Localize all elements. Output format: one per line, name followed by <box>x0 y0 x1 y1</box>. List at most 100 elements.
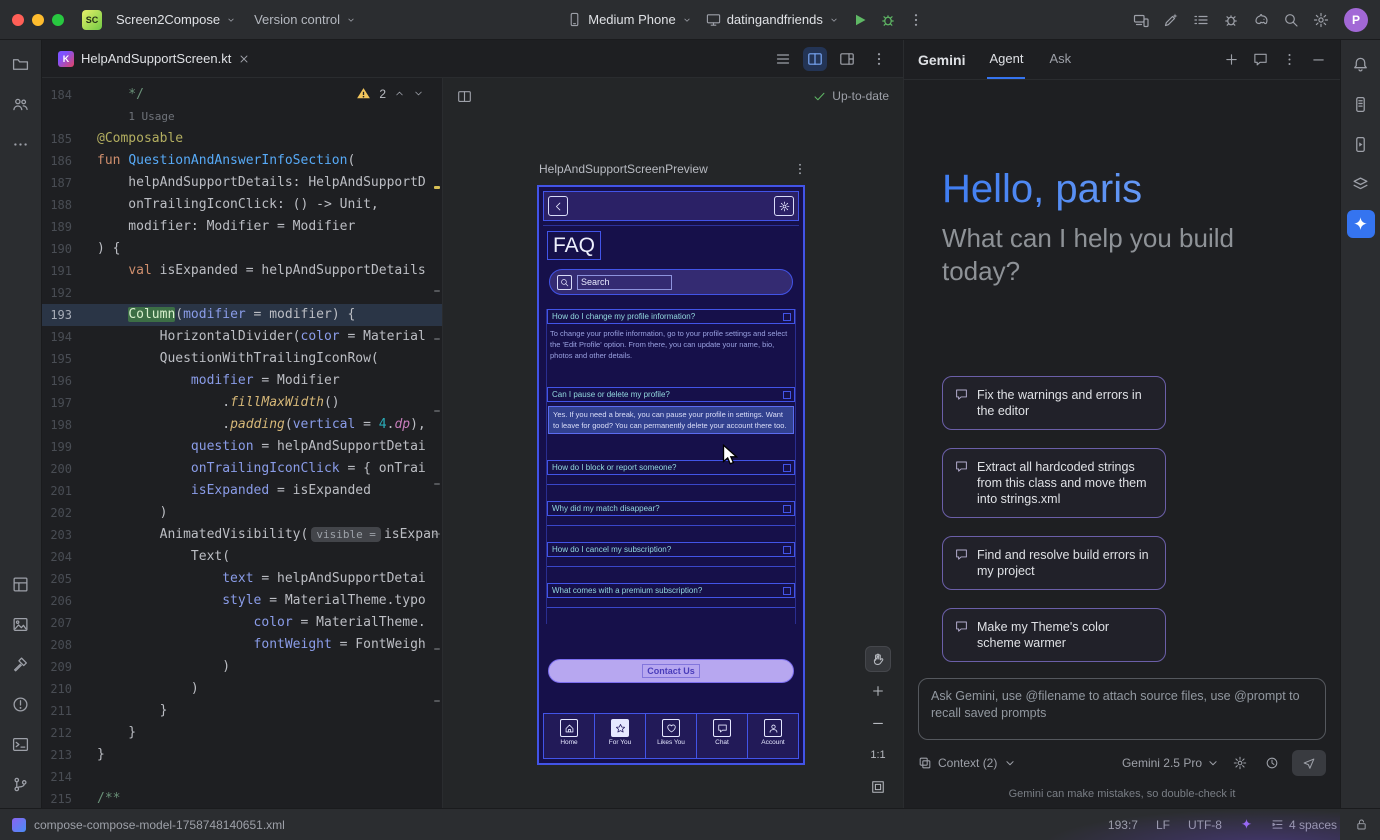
inspection-widget[interactable]: 2 <box>356 86 424 101</box>
zoom-out-icon[interactable] <box>865 710 891 736</box>
code-text[interactable]: ) <box>72 656 230 678</box>
code-text[interactable]: helpAndSupportDetails: HelpAndSupportD <box>72 172 426 194</box>
minimize-window-icon[interactable] <box>32 14 44 26</box>
code-line[interactable]: 202 ) <box>42 502 442 524</box>
code-line[interactable]: 207 color = MaterialTheme. <box>42 612 442 634</box>
stripe-mark[interactable] <box>434 700 440 702</box>
line-number[interactable]: 188 <box>42 194 72 216</box>
version-control-icon[interactable] <box>7 770 35 798</box>
resource-manager-icon[interactable] <box>7 610 35 638</box>
gemini-more-icon[interactable] <box>1282 52 1297 67</box>
code-text[interactable]: Text( <box>72 546 230 568</box>
previous-problem-icon[interactable] <box>394 88 405 99</box>
line-number[interactable]: 214 <box>42 766 72 788</box>
code-text[interactable]: modifier: Modifier = Modifier <box>72 216 355 238</box>
running-devices-icon[interactable] <box>1347 130 1375 158</box>
line-number[interactable]: 187 <box>42 172 72 194</box>
code-text[interactable]: fontWeight = FontWeigh <box>72 634 426 656</box>
code-line[interactable]: 186fun QuestionAndAnswerInfoSection( <box>42 150 442 172</box>
line-separator[interactable]: LF <box>1156 818 1170 832</box>
line-number[interactable]: 211 <box>42 700 72 722</box>
close-tab-icon[interactable] <box>238 53 250 65</box>
warning-count[interactable]: 2 <box>379 87 386 101</box>
stripe-mark[interactable] <box>434 338 440 340</box>
warning-stripe-mark[interactable] <box>434 186 440 189</box>
code-text[interactable]: */ <box>72 84 144 106</box>
code-line[interactable]: 203 AnimatedVisibility(visible =isExpan <box>42 524 442 546</box>
caret-position[interactable]: 193:7 <box>1108 818 1138 832</box>
code-line[interactable]: 209 ) <box>42 656 442 678</box>
tab-help-and-support-screen[interactable]: K HelpAndSupportScreen.kt <box>48 40 260 77</box>
line-number[interactable]: 200 <box>42 458 72 480</box>
code-text[interactable]: .fillMaxWidth() <box>72 392 340 414</box>
code-line[interactable]: 188 onTrailingIconClick: () -> Unit, <box>42 194 442 216</box>
next-problem-icon[interactable] <box>413 88 424 99</box>
send-button[interactable] <box>1292 750 1326 776</box>
more-actions-icon[interactable] <box>903 7 929 33</box>
preview-more-icon[interactable] <box>793 162 807 176</box>
project-selector[interactable]: Screen2Compose <box>110 8 242 31</box>
code-text[interactable]: fun QuestionAndAnswerInfoSection( <box>72 150 355 172</box>
tab-agent[interactable]: Agent <box>987 40 1025 79</box>
line-number[interactable]: 213 <box>42 744 72 766</box>
build-icon[interactable] <box>7 650 35 678</box>
line-number[interactable]: 190 <box>42 238 72 260</box>
device-explorer-icon[interactable] <box>1347 90 1375 118</box>
stripe-mark[interactable] <box>434 533 440 535</box>
code-text[interactable]: ) <box>72 502 167 524</box>
code-text[interactable]: QuestionWithTrailingIconRow( <box>72 348 379 370</box>
code-line[interactable]: 215/** <box>42 788 442 808</box>
stripe-mark[interactable] <box>434 483 440 485</box>
suggestion-card[interactable]: Fix the warnings and errors in the edito… <box>942 376 1166 430</box>
status-file-name[interactable]: compose-compose-model-1758748140651.xml <box>34 818 285 832</box>
code-line[interactable]: 187 helpAndSupportDetails: HelpAndSuppor… <box>42 172 442 194</box>
line-number[interactable]: 207 <box>42 612 72 634</box>
stripe-mark[interactable] <box>434 410 440 412</box>
preview-layout-icon[interactable] <box>457 89 472 104</box>
indent-widget[interactable]: 4 spaces <box>1271 818 1337 832</box>
gradle-sync-icon[interactable] <box>1248 7 1274 33</box>
line-number[interactable]: 208 <box>42 634 72 656</box>
code-line[interactable]: 211 } <box>42 700 442 722</box>
lock-icon[interactable] <box>1355 818 1368 831</box>
window-controls[interactable] <box>12 14 64 26</box>
maximize-window-icon[interactable] <box>52 14 64 26</box>
line-number[interactable]: 192 <box>42 282 72 304</box>
code-line[interactable]: 192 <box>42 282 442 304</box>
code-line[interactable]: 189 modifier: Modifier = Modifier <box>42 216 442 238</box>
code-line[interactable]: 208 fontWeight = FontWeigh <box>42 634 442 656</box>
model-selector[interactable]: Gemini 2.5 Pro <box>1122 756 1220 770</box>
code-text[interactable]: onTrailingIconClick: () -> Unit, <box>72 194 379 216</box>
editor-more-icon[interactable] <box>867 47 891 71</box>
code-line[interactable]: 206 style = MaterialTheme.typo <box>42 590 442 612</box>
code-line[interactable]: 197 .fillMaxWidth() <box>42 392 442 414</box>
project-icon[interactable] <box>7 50 35 78</box>
line-number[interactable]: 185 <box>42 128 72 150</box>
line-number[interactable]: 198 <box>42 414 72 436</box>
usage-hint[interactable]: 1 Usage <box>42 106 442 128</box>
line-number[interactable]: 186 <box>42 150 72 172</box>
code-line[interactable]: 205 text = helpAndSupportDetai <box>42 568 442 590</box>
ai-actions-icon[interactable] <box>1158 7 1184 33</box>
gemini-icon[interactable] <box>1347 210 1375 238</box>
code-text[interactable]: question = helpAndSupportDetai <box>72 436 426 458</box>
suggestion-card[interactable]: Find and resolve build errors in my proj… <box>942 536 1166 590</box>
line-number[interactable]: 209 <box>42 656 72 678</box>
close-window-icon[interactable] <box>12 14 24 26</box>
ai-star-icon[interactable] <box>1240 818 1253 831</box>
code-text[interactable]: 1 Usage <box>72 106 175 128</box>
debug-button[interactable] <box>875 7 901 33</box>
task-list-icon[interactable] <box>1188 7 1214 33</box>
editor-scroll-stripe[interactable] <box>434 78 440 808</box>
code-line[interactable]: 212 } <box>42 722 442 744</box>
run-button[interactable] <box>847 7 873 33</box>
code-line[interactable]: 191 val isExpanded = helpAndSupportDetai… <box>42 260 442 282</box>
compose-preview[interactable]: Up-to-date HelpAndSupportScreenPreview F… <box>443 78 903 808</box>
line-number[interactable]: 191 <box>42 260 72 282</box>
pan-hand-icon[interactable] <box>865 646 891 672</box>
line-number[interactable]: 205 <box>42 568 72 590</box>
split-editor-icon[interactable] <box>803 47 827 71</box>
structure-icon[interactable] <box>7 570 35 598</box>
zoom-in-icon[interactable] <box>865 678 891 704</box>
code-text[interactable] <box>72 766 97 788</box>
